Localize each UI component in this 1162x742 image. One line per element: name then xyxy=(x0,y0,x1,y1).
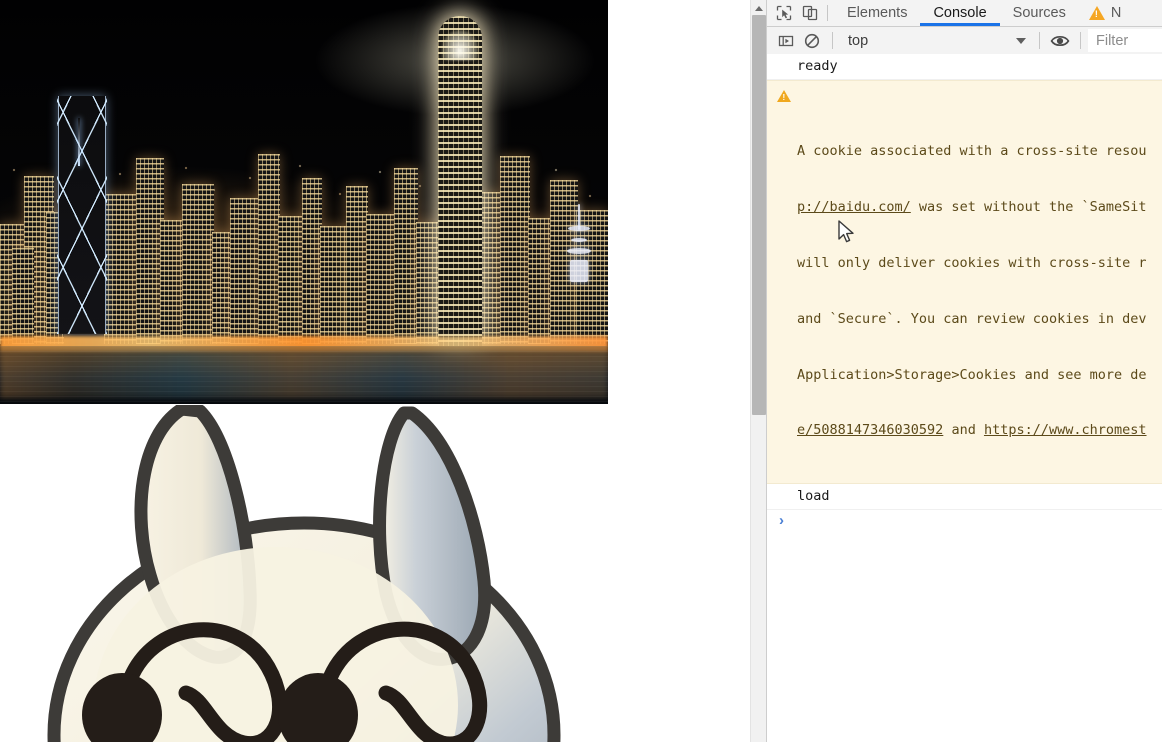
chevron-down-icon xyxy=(1016,38,1026,44)
warning-triangle-icon xyxy=(777,89,791,102)
building xyxy=(394,168,418,344)
console-message-text: ready xyxy=(797,58,838,74)
prompt-chevron-icon: › xyxy=(779,511,784,529)
console-message-log[interactable]: ready xyxy=(767,54,1162,80)
console-warning-line: will only deliver cookies with cross-sit… xyxy=(797,254,1147,271)
inspect-element-icon[interactable] xyxy=(771,1,797,25)
toolbar-divider xyxy=(1039,32,1040,49)
tab-console[interactable]: Console xyxy=(920,1,999,26)
scrollbar-thumb[interactable] xyxy=(752,15,766,415)
tower-spire xyxy=(78,118,80,166)
console-warning-link[interactable]: https://www.chromest xyxy=(984,422,1147,438)
tab-elements[interactable]: Elements xyxy=(834,1,920,26)
devtools-panel: Elements Console Sources N xyxy=(766,0,1162,742)
tab-sources[interactable]: Sources xyxy=(1000,1,1079,26)
building xyxy=(278,216,304,344)
console-filter-input[interactable]: Filter xyxy=(1088,29,1162,52)
building xyxy=(104,194,138,344)
building xyxy=(230,198,260,344)
pagoda-tower xyxy=(566,204,592,284)
ifc-tower xyxy=(438,16,482,346)
toolbar-divider xyxy=(1080,32,1081,49)
devtools-tabbar: Elements Console Sources N xyxy=(767,0,1162,27)
console-warning-line: Application>Storage>Cookies and see more… xyxy=(797,366,1147,383)
execution-context-value: top xyxy=(848,32,869,49)
warning-triangle-icon xyxy=(1088,6,1105,20)
screen: Elements Console Sources N xyxy=(0,0,1162,742)
console-message-log[interactable]: load xyxy=(767,484,1162,510)
live-expression-eye-icon[interactable] xyxy=(1047,29,1073,53)
toggle-device-toolbar-icon[interactable] xyxy=(797,1,823,25)
building xyxy=(182,184,214,344)
ifc-tower-crown-glow xyxy=(442,30,478,60)
console-toolbar: top Filter xyxy=(767,27,1162,55)
image-cartoon-rabbit[interactable] xyxy=(0,405,608,742)
console-message-warning[interactable]: A cookie associated with a cross-site re… xyxy=(767,79,1162,485)
console-filter-placeholder: Filter xyxy=(1096,32,1129,49)
building xyxy=(258,154,280,344)
page-vertical-scrollbar[interactable] xyxy=(750,0,767,742)
building xyxy=(12,248,34,344)
toolbar-divider xyxy=(832,32,833,49)
console-message-list[interactable]: ready A cookie associated with a cross-s… xyxy=(767,54,1162,742)
scroll-up-arrow-icon[interactable] xyxy=(751,0,767,15)
browser-page-content xyxy=(0,0,750,742)
console-prompt[interactable]: › xyxy=(767,510,1162,532)
console-warning-link[interactable]: e/5088147346030592 xyxy=(797,422,943,438)
building xyxy=(320,226,348,344)
execution-context-select[interactable]: top xyxy=(844,30,1032,51)
building xyxy=(366,214,396,344)
toolbar-divider xyxy=(827,5,828,21)
console-warning-line: A cookie associated with a cross-site re… xyxy=(797,143,1147,160)
clear-console-icon[interactable] xyxy=(799,29,825,53)
console-warning-link[interactable]: p://baidu.com/ xyxy=(797,199,911,215)
building xyxy=(302,178,322,344)
image-hong-kong-skyline[interactable] xyxy=(0,0,608,404)
console-message-text: load xyxy=(797,488,830,505)
bank-of-china-tower xyxy=(57,96,107,334)
console-warning-conjunction: and xyxy=(943,422,984,439)
console-warning-line: and `Secure`. You can review cookies in … xyxy=(797,310,1147,327)
building xyxy=(480,192,502,344)
building xyxy=(160,220,184,344)
building xyxy=(500,156,530,344)
building xyxy=(212,232,232,344)
water-reflections xyxy=(0,352,608,398)
console-sidebar-toggle-icon[interactable] xyxy=(773,29,799,53)
tab-network[interactable]: N xyxy=(1109,1,1134,26)
building xyxy=(528,218,552,344)
console-warning-line-rest: was set without the `SameSit xyxy=(910,199,1147,216)
building xyxy=(346,186,368,344)
